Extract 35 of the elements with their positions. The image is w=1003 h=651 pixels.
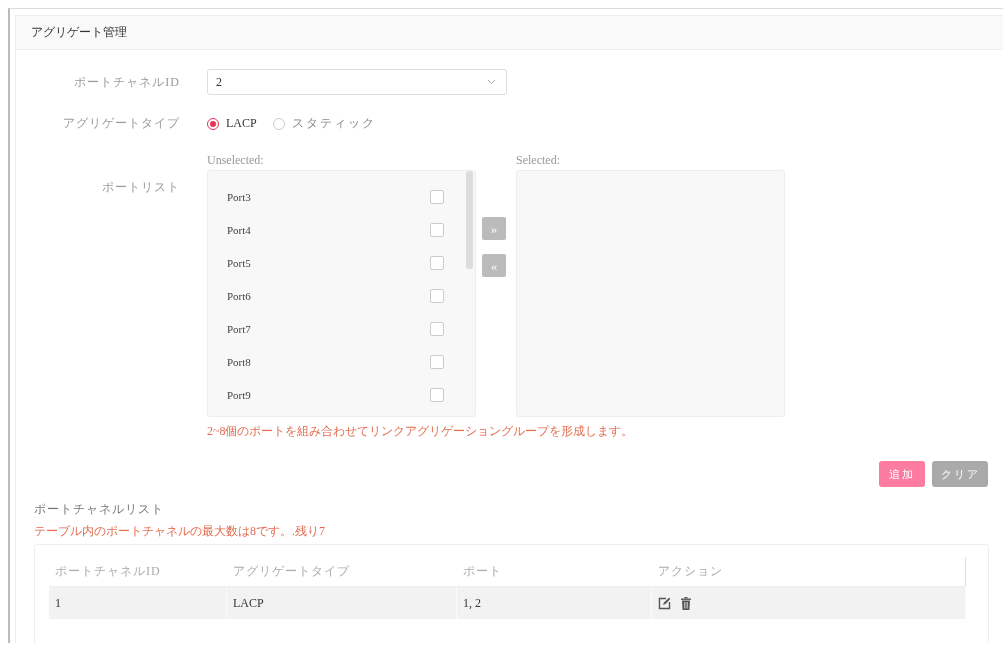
field-label: ポートチャネルID [73,73,181,91]
edit-icon[interactable] [658,596,671,610]
table-cell: LACP [227,587,457,619]
chevron-down-icon [487,79,496,85]
port-label[interactable]: Port5 [227,256,251,269]
port-label[interactable]: Port8 [227,355,251,368]
hint-text: 2~8個のポートを組み合わせてリンクアグリゲーショングループを形成します。 [207,423,635,440]
field-label: ポートリスト [101,179,181,196]
checkbox[interactable] [430,222,444,237]
checkbox[interactable] [430,255,444,270]
limit-note: テーブル内のポートチャネルの最大数は8です。.残り7 [34,523,326,540]
checkbox[interactable] [430,189,444,204]
trash-icon[interactable] [681,596,691,610]
checkbox[interactable] [430,288,444,303]
scrollbar-thumb[interactable] [466,171,473,269]
radio-button[interactable] [207,117,219,130]
list-title: Unselected: [207,153,265,169]
radio-label[interactable]: LACP [226,116,257,131]
port-label[interactable]: Port3 [227,190,251,203]
port-label[interactable]: Port7 [227,322,251,335]
checkbox[interactable] [430,387,444,402]
field-label: アグリゲートタイプ [62,115,181,132]
list-title: Selected: [516,153,561,169]
radio-label[interactable]: スタティック [291,115,376,132]
checkbox[interactable] [430,354,444,369]
channel-id-dropdown[interactable]: 2 [207,69,507,95]
panel-title: アグリゲート管理 [31,24,127,41]
port-label[interactable]: Port4 [227,223,251,236]
radio-button[interactable] [272,117,285,130]
table-cell: 1 [49,587,227,619]
checkbox[interactable] [430,321,444,336]
section-title: ポートチャネルリスト [34,502,164,516]
port-label[interactable]: Port6 [227,289,251,302]
port-label[interactable]: Port9 [227,388,251,401]
table-cell: 1, 2 [457,587,652,619]
